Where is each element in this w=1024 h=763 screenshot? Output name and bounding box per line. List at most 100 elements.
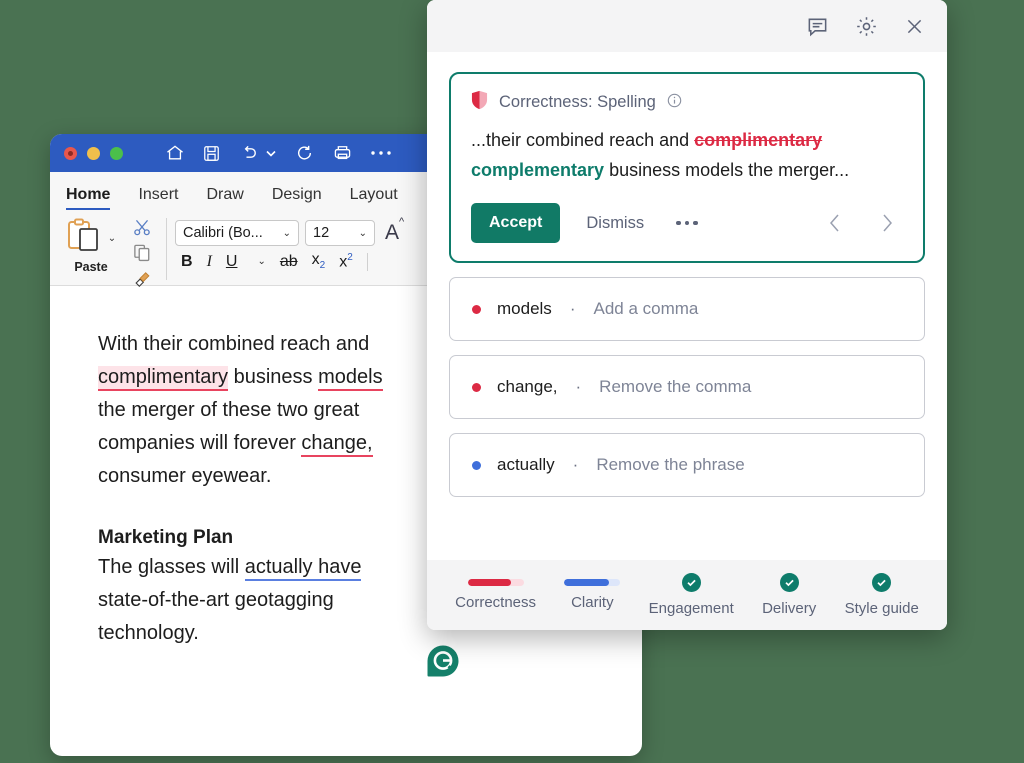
suggestion-card: Correctness: Spelling ...their combined …: [449, 72, 925, 263]
text-before: ...their combined reach and: [471, 130, 695, 150]
check-icon: [779, 573, 799, 592]
suggestion-separator: ·: [572, 455, 579, 474]
suggestion-action: Remove the phrase: [596, 455, 745, 474]
traffic-lights: [64, 146, 123, 160]
clarity-progress-bar: [564, 579, 621, 586]
font-size-select[interactable]: 12 ⌄: [305, 220, 375, 246]
tab-label: Delivery: [762, 600, 817, 617]
superscript-button[interactable]: x2: [339, 252, 353, 270]
grow-font-icon[interactable]: A^: [385, 216, 404, 245]
suggestion-card-text: ...their combined reach and complimentar…: [471, 125, 903, 185]
grammarly-logo[interactable]: [426, 644, 460, 678]
text-run: The glasses will: [98, 556, 245, 578]
text-run: With their combined reach and: [98, 333, 370, 355]
italic-button[interactable]: I: [207, 253, 212, 270]
grammar-error-models[interactable]: models: [318, 366, 383, 391]
suggestion-action: Add a comma: [593, 299, 699, 318]
close-window-button[interactable]: [64, 146, 77, 160]
underline-button[interactable]: U: [226, 253, 238, 270]
text-after: business models the merger...: [604, 160, 850, 180]
clarity-suggestion-actually-have[interactable]: actually have: [244, 556, 362, 581]
tab-label: Engagement: [648, 600, 734, 617]
tab-engagement[interactable]: Engagement: [649, 573, 734, 617]
clipboard-group: ⌄ Paste: [60, 216, 122, 274]
suggestion-separator: ·: [575, 377, 582, 396]
severity-dot-icon: [472, 382, 481, 392]
spelling-error-complimentary[interactable]: complimentary: [98, 366, 229, 391]
accept-button[interactable]: Accept: [471, 203, 561, 243]
bold-button[interactable]: B: [181, 253, 193, 270]
text-run: business: [228, 366, 319, 388]
undo-icon[interactable]: [238, 143, 260, 163]
ribbon-tab-insert[interactable]: Insert: [138, 186, 178, 210]
comment-icon[interactable]: [806, 15, 829, 38]
grammarly-panel-header: [427, 0, 947, 52]
severity-dot-icon: [472, 460, 481, 470]
grammarly-panel-body: Correctness: Spelling ...their combined …: [427, 52, 947, 560]
tab-delivery[interactable]: Delivery: [762, 573, 816, 617]
strikethrough-button[interactable]: ab: [280, 253, 298, 270]
shield-icon: [471, 90, 488, 115]
ribbon-tab-home[interactable]: Home: [66, 186, 111, 210]
cut-copy-group: [122, 216, 162, 292]
more-options-icon[interactable]: [676, 220, 698, 226]
font-size-value: 12: [313, 225, 330, 241]
chevron-down-icon: ⌄: [282, 227, 291, 239]
font-group: Calibri (Bo... ⌄ 12 ⌄ A^ B I U ⌄ ab x2 x…: [175, 216, 404, 271]
suggestion-card-actions: Accept Dismiss: [471, 203, 903, 243]
close-icon[interactable]: [904, 16, 925, 37]
text-run: consumer eyewear.: [98, 465, 272, 487]
tab-label: Correctness: [455, 594, 537, 611]
save-icon[interactable]: [202, 144, 221, 163]
grammar-error-change[interactable]: change,: [301, 432, 373, 457]
tab-style-guide[interactable]: Style guide: [845, 573, 919, 617]
home-icon[interactable]: [165, 143, 185, 163]
quick-access-toolbar: [165, 143, 392, 163]
text-run: state-of-the-art geotagging technology.: [98, 589, 334, 644]
severity-dot-icon: [472, 304, 481, 314]
chevron-right-icon[interactable]: [871, 212, 903, 234]
chevron-left-icon[interactable]: [819, 212, 851, 234]
minimize-window-button[interactable]: [87, 146, 100, 160]
suggestion-separator: ·: [569, 299, 576, 318]
suggestion-word: models: [497, 299, 552, 318]
check-icon: [872, 573, 892, 592]
tab-label: Style guide: [844, 600, 919, 617]
suggestion-word: change,: [497, 377, 558, 396]
grammarly-footer-tabs: Correctness Clarity Engagement Delivery …: [427, 560, 947, 630]
ribbon-tab-layout[interactable]: Layout: [350, 186, 398, 210]
document-paragraph-1: With their combined reach and compliment…: [98, 328, 398, 493]
struck-word: complimentary: [694, 130, 823, 150]
font-name-select[interactable]: Calibri (Bo... ⌄: [175, 220, 299, 246]
paste-label: Paste: [74, 260, 108, 274]
ribbon-divider: [166, 218, 167, 280]
dismiss-button[interactable]: Dismiss: [580, 213, 650, 234]
more-options-icon[interactable]: [370, 149, 392, 157]
copy-icon[interactable]: [132, 243, 152, 267]
list-item-models[interactable]: models · Add a comma: [449, 277, 925, 341]
list-item-change[interactable]: change, · Remove the comma: [449, 355, 925, 419]
tab-correctness[interactable]: Correctness: [455, 579, 536, 611]
replacement-word: complementary: [471, 160, 605, 180]
paste-icon[interactable]: [66, 218, 100, 259]
undo-dropdown-icon[interactable]: [265, 147, 277, 159]
underline-dropdown-icon[interactable]: ⌄: [257, 256, 265, 267]
ribbon-tab-draw[interactable]: Draw: [206, 186, 243, 210]
tab-clarity[interactable]: Clarity: [564, 579, 621, 611]
cut-scissors-icon[interactable]: [132, 218, 152, 242]
format-painter-icon[interactable]: [132, 268, 153, 292]
paste-dropdown-icon[interactable]: ⌄: [108, 233, 116, 244]
subscript-button[interactable]: x2: [312, 251, 326, 271]
maximize-window-button[interactable]: [110, 146, 123, 160]
redo-icon[interactable]: [294, 143, 315, 163]
font-divider: [366, 252, 368, 271]
list-item-actually[interactable]: actually · Remove the phrase: [449, 433, 925, 497]
suggestion-action: Remove the comma: [599, 377, 752, 396]
suggestion-card-header: Correctness: Spelling: [471, 90, 903, 115]
info-icon[interactable]: [667, 93, 682, 113]
font-name-value: Calibri (Bo...: [183, 225, 263, 241]
suggestion-word: actually: [497, 455, 555, 474]
print-icon[interactable]: [332, 143, 353, 163]
ribbon-tab-design[interactable]: Design: [272, 186, 322, 210]
gear-icon[interactable]: [855, 15, 878, 38]
